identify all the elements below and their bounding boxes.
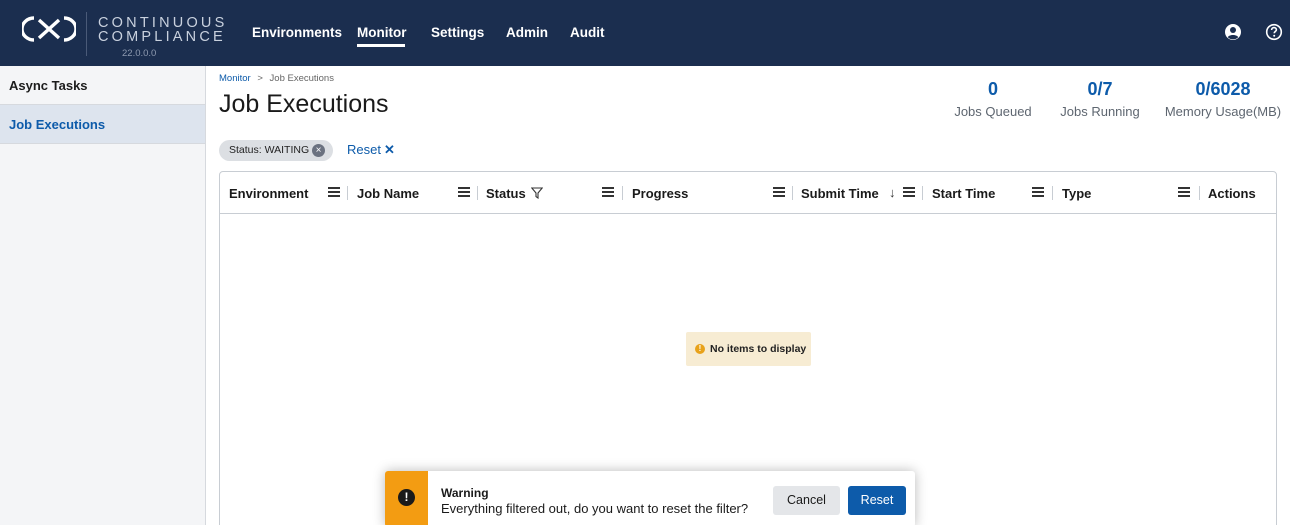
user-icon[interactable]	[1224, 23, 1242, 41]
stat-label: Jobs Queued	[954, 104, 1032, 119]
help-icon[interactable]	[1265, 23, 1283, 41]
column-divider[interactable]	[792, 186, 793, 200]
sort-desc-icon[interactable]: ↓	[889, 185, 896, 200]
sidebar: Async Tasks Job Executions	[0, 66, 206, 525]
column-header-start-time[interactable]: Start Time	[932, 186, 995, 201]
stat-label: Memory Usage(MB)	[1164, 104, 1282, 119]
column-divider[interactable]	[1052, 186, 1053, 200]
table-header: Environment Job Name Status Progress Sub…	[220, 172, 1276, 214]
info-icon: !	[695, 344, 705, 354]
empty-state-message: ! No items to display	[686, 332, 811, 366]
column-divider[interactable]	[622, 186, 623, 200]
close-icon: ✕	[383, 142, 395, 157]
column-menu-icon[interactable]	[1178, 186, 1190, 198]
column-header-job-name[interactable]: Job Name	[357, 186, 419, 201]
empty-state-text: No items to display	[710, 343, 807, 355]
column-header-progress[interactable]: Progress	[632, 186, 688, 201]
nav-admin[interactable]: Admin	[506, 25, 548, 40]
brand-divider	[86, 12, 87, 56]
cancel-button[interactable]: Cancel	[773, 486, 840, 515]
top-navbar: CONTINUOUS COMPLIANCE 22.0.0.0 Environme…	[0, 0, 1290, 66]
column-menu-icon[interactable]	[602, 186, 614, 198]
stat-value: 0	[987, 79, 998, 99]
warning-toast: ! Warning Everything filtered out, do yo…	[385, 471, 915, 525]
breadcrumb-separator: >	[257, 73, 263, 84]
reset-filters-label: Reset	[347, 142, 381, 157]
breadcrumb-current: Job Executions	[269, 73, 334, 84]
sidebar-item-job-executions[interactable]: Job Executions	[0, 105, 205, 144]
filter-icon[interactable]	[531, 187, 543, 199]
nav-audit[interactable]: Audit	[570, 25, 605, 40]
stat-jobs-running: 0/7 Jobs Running	[1053, 79, 1147, 119]
nav-environments[interactable]: Environments	[252, 25, 342, 40]
column-menu-icon[interactable]	[903, 186, 915, 198]
column-menu-icon[interactable]	[458, 186, 470, 198]
brand-name-line2: COMPLIANCE	[98, 29, 226, 45]
stat-value: 0/6028	[1195, 79, 1251, 99]
stat-value: 0/7	[1087, 79, 1113, 99]
sidebar-item-async-tasks[interactable]: Async Tasks	[0, 66, 205, 105]
breadcrumb-link-monitor[interactable]: Monitor	[219, 73, 251, 84]
warning-icon: !	[398, 489, 415, 506]
column-header-environment[interactable]: Environment	[229, 186, 308, 201]
stat-jobs-queued: 0 Jobs Queued	[947, 79, 1039, 119]
toast-title: Warning	[441, 486, 489, 500]
app-version: 22.0.0.0	[122, 48, 157, 59]
column-header-actions[interactable]: Actions	[1208, 186, 1256, 201]
column-menu-icon[interactable]	[1032, 186, 1044, 198]
filter-chip-label: Status: WAITING	[229, 144, 310, 156]
page-title: Job Executions	[219, 90, 389, 118]
nav-settings[interactable]: Settings	[431, 25, 484, 40]
reset-button[interactable]: Reset	[848, 486, 906, 515]
column-divider[interactable]	[1199, 186, 1200, 200]
column-header-status[interactable]: Status	[486, 186, 526, 201]
column-divider[interactable]	[347, 186, 348, 200]
stat-label: Jobs Running	[1060, 104, 1140, 119]
toast-severity-band: !	[385, 471, 428, 525]
stat-memory-usage: 0/6028 Memory Usage(MB)	[1160, 79, 1286, 119]
breadcrumb: Monitor > Job Executions	[219, 73, 334, 84]
remove-filter-icon[interactable]: ×	[312, 144, 325, 157]
filter-chip-status: Status: WAITING ×	[219, 140, 333, 161]
column-divider[interactable]	[922, 186, 923, 200]
column-header-submit-time[interactable]: Submit Time	[801, 186, 879, 201]
nav-monitor[interactable]: Monitor	[357, 25, 407, 40]
column-menu-icon[interactable]	[328, 186, 340, 198]
nav-active-indicator	[357, 44, 405, 47]
reset-filters-button[interactable]: Reset ✕	[347, 142, 395, 158]
toast-message: Everything filtered out, do you want to …	[441, 501, 749, 516]
cx-logo-icon[interactable]	[22, 12, 76, 46]
column-menu-icon[interactable]	[773, 186, 785, 198]
column-divider[interactable]	[477, 186, 478, 200]
column-header-type[interactable]: Type	[1062, 186, 1091, 201]
